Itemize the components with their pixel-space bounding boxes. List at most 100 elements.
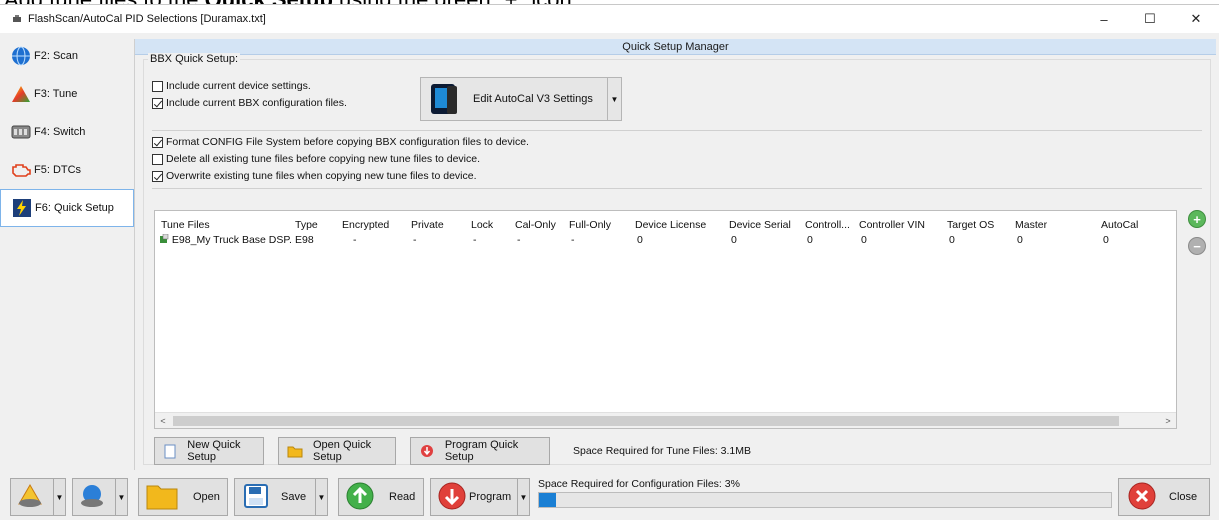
column-header[interactable]: Private <box>411 217 444 233</box>
nav-item-scan[interactable]: F2: Scan <box>0 37 134 75</box>
nav-label: F6: Quick Setup <box>35 202 114 214</box>
minus-icon: − <box>1193 238 1201 254</box>
new-quick-setup-button[interactable]: New Quick Setup <box>154 437 264 465</box>
include-device-settings-option[interactable]: Include current device settings. <box>152 80 311 92</box>
checkbox[interactable] <box>152 153 163 165</box>
column-header[interactable]: Encrypted <box>342 217 389 233</box>
checkbox[interactable] <box>152 80 163 92</box>
close-button[interactable]: Close <box>1118 478 1210 516</box>
close-window-button[interactable]: ✕ <box>1173 5 1219 33</box>
table-cell: E98 <box>295 234 314 246</box>
scroll-left-icon[interactable]: < <box>155 413 171 429</box>
add-tune-file-button[interactable]: + <box>1188 210 1206 228</box>
engine-icon <box>10 159 32 181</box>
app-icon <box>13 15 21 22</box>
column-header[interactable]: Target OS <box>947 217 994 233</box>
read-icon <box>345 481 375 514</box>
horizontal-scrollbar[interactable]: < > <box>155 412 1176 428</box>
lightning-icon <box>11 197 33 219</box>
column-header[interactable]: Controll... <box>805 217 855 233</box>
program-icon <box>437 481 467 514</box>
column-header[interactable]: Master <box>1015 217 1047 233</box>
scroll-right-icon[interactable]: > <box>1160 413 1176 429</box>
car-icon <box>17 483 43 511</box>
checkbox[interactable] <box>152 170 163 182</box>
table-row[interactable]: E98_My Truck Base DSP... E98 - - - - - 0… <box>155 232 1178 248</box>
table-cell: 0 <box>807 234 813 246</box>
edit-autocal-settings-button[interactable]: Edit AutoCal V3 Settings ▼ <box>420 77 622 121</box>
remove-tune-file-button[interactable]: − <box>1188 237 1206 255</box>
column-header[interactable]: Type <box>295 217 318 233</box>
column-header[interactable]: Device Serial <box>729 217 791 233</box>
connection-menu-button[interactable]: ▼ <box>72 478 128 516</box>
triangle-icon <box>10 83 32 105</box>
table-cell: - <box>473 234 477 246</box>
option-label: Overwrite existing tune files when copyi… <box>166 170 477 182</box>
option-label: Include current BBX configuration files. <box>166 97 347 109</box>
checkbox[interactable] <box>152 136 163 148</box>
dropdown-arrow-icon[interactable]: ▼ <box>517 479 529 515</box>
delete-tune-files-option[interactable]: Delete all existing tune files before co… <box>152 153 480 165</box>
button-label: Save <box>281 491 307 503</box>
table-cell: 0 <box>731 234 737 246</box>
title-bar: FlashScan/AutoCal PID Selections [Durama… <box>0 5 1219 33</box>
nav-item-quick-setup[interactable]: F6: Quick Setup <box>0 189 134 227</box>
file-icon <box>160 233 169 243</box>
dropdown-arrow-icon[interactable]: ▼ <box>607 78 621 120</box>
button-label: Program <box>469 491 512 503</box>
folder-icon <box>287 443 303 459</box>
option-label: Format CONFIG File System before copying… <box>166 136 529 148</box>
switch-icon <box>10 121 32 143</box>
dropdown-arrow-icon[interactable]: ▼ <box>315 479 327 515</box>
nav-item-tune[interactable]: F3: Tune <box>0 75 134 113</box>
space-required-config: Space Required for Configuration Files: … <box>538 478 740 490</box>
table-cell: - <box>413 234 417 246</box>
scroll-thumb[interactable] <box>173 416 1119 426</box>
maximize-button[interactable]: ☐ <box>1127 5 1173 33</box>
column-header[interactable]: Full-Only <box>569 217 611 233</box>
tablet-icon <box>431 84 457 114</box>
cell-text: E98_My Truck Base DSP... <box>171 234 293 246</box>
button-label: New Quick Setup <box>187 439 241 463</box>
divider <box>152 130 1202 131</box>
button-label: Open <box>193 491 220 503</box>
vehicle-menu-button[interactable]: ▼ <box>10 478 66 516</box>
table-cell: 0 <box>861 234 867 246</box>
overwrite-tune-files-option[interactable]: Overwrite existing tune files when copyi… <box>152 170 477 182</box>
nav-item-dtcs[interactable]: F5: DTCs <box>0 151 134 189</box>
column-header[interactable]: Cal-Only <box>515 217 556 233</box>
open-quick-setup-button[interactable]: Open Quick Setup <box>278 437 396 465</box>
minimize-button[interactable]: – <box>1081 5 1127 33</box>
table-cell: 0 <box>1017 234 1023 246</box>
nav-label: F2: Scan <box>34 50 79 62</box>
table-cell: 0 <box>949 234 955 246</box>
dropdown-arrow-icon[interactable]: ▼ <box>53 479 65 515</box>
program-button[interactable]: Program ▼ <box>430 478 530 516</box>
checkbox[interactable] <box>152 97 163 109</box>
nav-label: F3: Tune <box>34 88 78 100</box>
column-header[interactable]: Controller VIN <box>859 217 925 233</box>
program-quick-setup-button[interactable]: Program Quick Setup <box>410 437 550 465</box>
column-header[interactable]: Lock <box>471 217 493 233</box>
tune-file-cell[interactable]: E98_My Truck Base DSP... <box>159 232 293 248</box>
dropdown-arrow-icon[interactable]: ▼ <box>115 479 127 515</box>
nav-item-switch[interactable]: F4: Switch <box>0 113 134 151</box>
open-button[interactable]: Open <box>138 478 228 516</box>
column-header[interactable]: AutoCal <box>1101 217 1138 233</box>
column-header[interactable]: Device License <box>635 217 706 233</box>
save-icon <box>243 483 269 512</box>
button-label: Read <box>389 491 416 503</box>
edit-button-label: Edit AutoCal V3 Settings <box>473 93 593 105</box>
column-header[interactable]: Tune Files <box>161 217 210 233</box>
config-progress-bar <box>538 492 1112 508</box>
table-cell: - <box>571 234 575 246</box>
nav-label: F4: Switch <box>34 126 86 138</box>
table-header: Tune Files Type Encrypted Private Lock C… <box>155 217 1178 233</box>
bottom-toolbar: ▼ ▼ Open Save ▼ Read Program ▼ Space Req… <box>0 470 1219 520</box>
globe-car-icon <box>79 484 105 511</box>
read-button[interactable]: Read <box>338 478 424 516</box>
format-config-option[interactable]: Format CONFIG File System before copying… <box>152 136 529 148</box>
save-button[interactable]: Save ▼ <box>234 478 328 516</box>
include-bbx-config-option[interactable]: Include current BBX configuration files. <box>152 97 347 109</box>
table-cell: 0 <box>1103 234 1109 246</box>
